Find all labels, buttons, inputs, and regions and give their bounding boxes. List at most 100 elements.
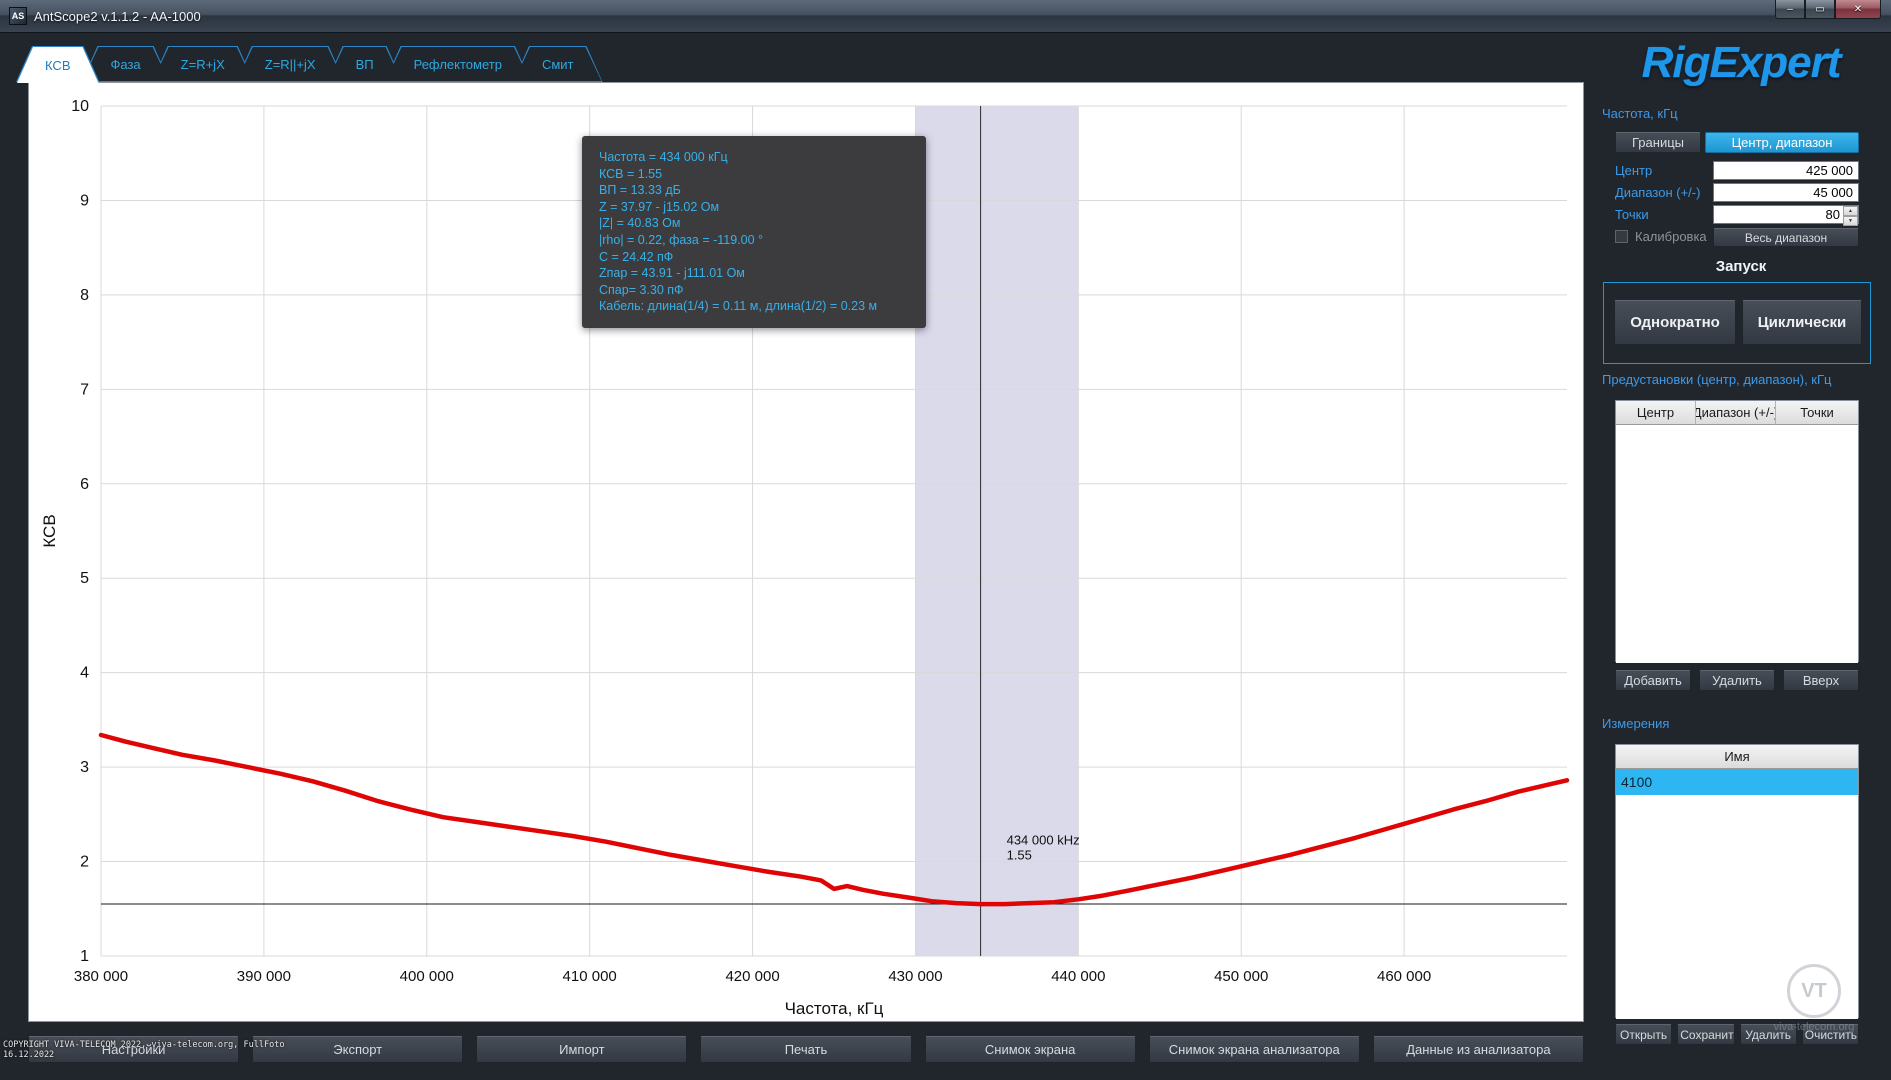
import-button[interactable]: Импорт: [476, 1036, 687, 1063]
y-tick-label: 7: [80, 381, 89, 398]
x-tick-label: 420 000: [725, 968, 779, 985]
x-axis-title: Частота, кГц: [785, 999, 884, 1018]
cursor-band: [915, 106, 1078, 956]
tooltip-line: |rho| = 0.22, фаза = -119.00 °: [599, 232, 909, 249]
y-tick-label: 9: [80, 192, 89, 209]
y-tick-label: 4: [80, 665, 89, 682]
tab-label: Смит: [542, 57, 574, 72]
x-tick-label: 450 000: [1214, 968, 1268, 985]
run-section-title: Запуск: [1600, 258, 1882, 275]
center-field-row: Центр: [1615, 160, 1859, 180]
presets-buttons: Добавить Удалить Вверх: [1615, 670, 1859, 691]
cursor-label-frequency: 434 000 kHz: [1007, 833, 1080, 848]
tab-label: Z=R+jX: [181, 57, 225, 72]
tab-face: Рефлектометр: [386, 47, 530, 81]
presets-column-header[interactable]: Диапазон (+/-): [1696, 401, 1776, 425]
center-span-mode-button[interactable]: Центр, диапазон: [1705, 132, 1859, 153]
watermark-logo: VT viva-telecom.org: [1748, 964, 1880, 1033]
sidebar: RigExpert Частота, кГц Границы Центр, ди…: [1600, 36, 1882, 1056]
span-label: Диапазон (+/-): [1615, 185, 1700, 200]
watermark-copyright: COPYRIGHT VIVA-TELECOM 2022, viva-teleco…: [3, 1040, 284, 1060]
x-tick-label: 400 000: [400, 968, 454, 985]
x-tick-label: 380 000: [74, 968, 128, 985]
y-tick-label: 3: [80, 759, 89, 776]
spin-down-icon[interactable]: ▼: [1843, 216, 1858, 226]
watermark-site: viva-telecom.org: [1748, 1021, 1880, 1033]
move-up-button[interactable]: Вверх: [1783, 670, 1859, 691]
presets-column-header[interactable]: Центр: [1616, 401, 1696, 425]
measurements-table-header: Имя: [1616, 745, 1858, 769]
points-spinner: ▲ ▼: [1843, 206, 1858, 223]
calibration-row: Калибровка Весь диапазон: [1615, 228, 1859, 248]
presets-table: ЦентрДиапазон (+/-)Точки: [1615, 400, 1859, 662]
minimize-button[interactable]: –: [1775, 0, 1805, 19]
center-input[interactable]: [1713, 161, 1859, 180]
measurement-item[interactable]: 4100: [1616, 769, 1858, 795]
tooltip-line: ВП = 13.33 дБ: [599, 182, 909, 199]
frequency-section-label: Частота, кГц: [1602, 106, 1678, 121]
points-input[interactable]: [1713, 205, 1859, 224]
tab-z-r-par-jx[interactable]: Z=R||+jX: [236, 46, 345, 82]
y-tick-label: 1: [80, 948, 89, 965]
tab-face: Z=R+jX: [153, 47, 253, 81]
tab-label: Z=R||+jX: [265, 57, 316, 72]
tab-bar: КСВФазаZ=R+jXZ=R||+jXВПРефлектометрСмит: [16, 46, 585, 82]
presets-label: Предустановки (центр, диапазон), кГц: [1602, 372, 1831, 387]
tab-z-r-plus-jx[interactable]: Z=R+jX: [152, 46, 254, 82]
print-button[interactable]: Печать: [700, 1036, 911, 1063]
presets-table-body[interactable]: [1616, 425, 1858, 663]
tab-face: Z=R||+jX: [237, 47, 344, 81]
add-preset-button[interactable]: Добавить: [1615, 670, 1691, 691]
close-button[interactable]: ✕: [1835, 0, 1881, 19]
tooltip-line: Спар= 3.30 пФ: [599, 282, 909, 299]
points-field-row: Точки ▲ ▼: [1615, 204, 1859, 224]
viva-telecom-emblem-icon: VT: [1787, 964, 1841, 1018]
save-measurement-button[interactable]: Сохранить: [1677, 1024, 1734, 1045]
tab-smit[interactable]: Смит: [513, 46, 603, 82]
y-tick-label: 2: [80, 854, 89, 871]
watermark-line1: COPYRIGHT VIVA-TELECOM 2022, viva-teleco…: [3, 1040, 284, 1050]
measurements-label: Измерения: [1602, 716, 1669, 731]
tooltip-line: Кабель: длина(1/4) = 0.11 м, длина(1/2) …: [599, 298, 909, 315]
titlebar: AS AntScope2 v.1.1.2 - AA-1000 – ▭ ✕: [0, 0, 1891, 33]
tooltip-line: КСВ = 1.55: [599, 166, 909, 183]
tooltip-line: Z = 37.97 - j15.02 Ом: [599, 199, 909, 216]
maximize-button[interactable]: ▭: [1805, 0, 1835, 19]
bounds-mode-button[interactable]: Границы: [1615, 132, 1701, 153]
span-input[interactable]: [1713, 183, 1859, 202]
full-range-button[interactable]: Весь диапазон: [1713, 228, 1859, 247]
tab-ksv[interactable]: КСВ: [16, 46, 100, 82]
y-tick-label: 5: [80, 570, 89, 587]
watermark-line2: 16.12.2022: [3, 1050, 284, 1060]
single-run-button[interactable]: Однократно: [1614, 300, 1736, 345]
name-column-header[interactable]: Имя: [1616, 745, 1858, 769]
delete-preset-button[interactable]: Удалить: [1699, 670, 1775, 691]
tab-label: Фаза: [111, 57, 141, 72]
spin-up-icon[interactable]: ▲: [1843, 206, 1858, 216]
y-tick-label: 8: [80, 287, 89, 304]
y-tick-label: 10: [71, 98, 89, 115]
tooltip-line: Zпар = 43.91 - j111.01 Ом: [599, 265, 909, 282]
points-input-wrap: ▲ ▼: [1713, 205, 1859, 224]
y-axis-title: КСВ: [40, 514, 59, 547]
analyzer-screenshot-button[interactable]: Снимок экрана анализатора: [1149, 1036, 1360, 1063]
cursor-label-swr: 1.55: [1007, 848, 1032, 863]
x-tick-label: 430 000: [888, 968, 942, 985]
screenshot-button[interactable]: Снимок экрана: [925, 1036, 1136, 1063]
tooltip-line: C = 24.42 пФ: [599, 249, 909, 266]
calibration-label: Калибровка: [1635, 229, 1707, 244]
app-window: AS AntScope2 v.1.1.2 - AA-1000 – ▭ ✕ КСВ…: [0, 0, 1891, 1080]
center-label: Центр: [1615, 163, 1652, 178]
calibration-checkbox[interactable]: [1615, 230, 1628, 243]
presets-column-header[interactable]: Точки: [1776, 401, 1858, 425]
x-tick-label: 460 000: [1377, 968, 1431, 985]
cyclic-run-button[interactable]: Циклически: [1742, 300, 1862, 345]
tooltip-line: Частота = 434 000 кГц: [599, 149, 909, 166]
open-measurement-button[interactable]: Открыть: [1615, 1024, 1672, 1045]
swr-curve: [101, 735, 1567, 904]
presets-table-header: ЦентрДиапазон (+/-)Точки: [1616, 401, 1858, 425]
frequency-mode-row: Границы Центр, диапазон: [1615, 132, 1859, 153]
analyzer-data-button[interactable]: Данные из анализатора: [1373, 1036, 1584, 1063]
x-tick-label: 410 000: [563, 968, 617, 985]
tab-reflektometr[interactable]: Рефлектометр: [385, 46, 531, 82]
